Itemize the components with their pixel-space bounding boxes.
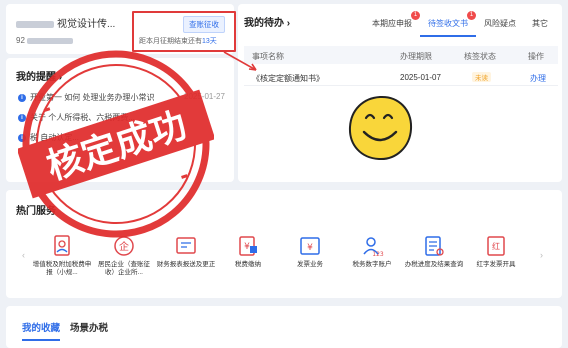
service-label: 增值税及附加税费申报（小规... [32, 261, 92, 276]
service-item-invoice[interactable]: ¥ 发票业务 [280, 234, 340, 269]
financial-report-icon [174, 234, 198, 258]
enterprise-tax-icon: 企 [112, 234, 136, 258]
service-item-financial-report[interactable]: 财务报表报送及更正 [156, 234, 216, 269]
deadline-note: 距本月征期结束还有13天 [139, 36, 217, 46]
bottom-tabs-card: 我的收藏 场景办税 [6, 306, 562, 348]
tax-id: 92 [16, 36, 76, 45]
redacted-text [26, 37, 73, 44]
svg-text:¥: ¥ [307, 243, 313, 253]
chevron-right-icon: › [286, 18, 291, 29]
service-item-progress-query[interactable]: 办税进度及结果查询 [404, 234, 464, 269]
deadline-prefix: 距本月征期结束还有 [139, 38, 202, 45]
reminder-card: 我的提醒 › i 开业第一 如何 处理业务办理小常识 2025-01-27 i … [6, 58, 234, 182]
company-card: 视觉设计传... 92 查账征收 距本月征期结束还有13天 [6, 4, 236, 54]
svg-text:红: 红 [492, 241, 500, 251]
info-icon: i [18, 93, 26, 102]
services-title: 热门服务 [16, 206, 56, 217]
tab-other[interactable]: 其它 [524, 18, 556, 37]
red-invoice-icon: 红 [484, 234, 508, 258]
svg-text:企: 企 [119, 240, 129, 253]
highlight-box: 查账征收 距本月征期结束还有13天 [132, 11, 236, 52]
chevron-right-icon: › [58, 72, 63, 83]
company-name-text: 视觉设计传... [57, 19, 116, 30]
handle-link[interactable]: 办理 [530, 73, 546, 84]
redacted-text [16, 20, 54, 28]
progress-query-icon [422, 234, 446, 258]
invoice-icon: ¥ [298, 234, 322, 258]
svg-text:123: 123 [372, 251, 384, 258]
column-header: 事项名称 [252, 52, 284, 61]
tab-label: 其它 [532, 19, 548, 28]
column-header: 操作 [528, 52, 544, 61]
tab-risk-points[interactable]: 风险疑点 [476, 18, 524, 37]
chevron-right-icon[interactable]: › [540, 250, 543, 260]
info-icon: i [18, 113, 26, 122]
row-deadline: 2025-01-07 [400, 73, 441, 82]
tax-id-prefix: 92 [16, 36, 25, 45]
reminder-item-date: 2025-01-27 [184, 92, 225, 101]
status-badge: 未读 [472, 72, 491, 82]
row-name: 《核定定额通知书》 [252, 74, 324, 83]
chevron-left-icon[interactable]: ‹ [22, 250, 25, 260]
column-header: 办理期限 [400, 52, 432, 61]
info-icon: i [18, 133, 26, 142]
todo-title[interactable]: 我的待办 › [244, 14, 290, 29]
service-label: 居民企业（查账征收）企业所... [98, 261, 150, 276]
deadline-days: 13天 [202, 38, 217, 45]
service-label: 财务报表报送及更正 [156, 261, 216, 268]
digital-account-icon: 123 [360, 234, 384, 258]
service-label: 发票业务 [297, 261, 323, 268]
tab-label: 本期应申报 [372, 19, 412, 28]
column-header: 核签状态 [464, 52, 496, 61]
service-item-red-invoice[interactable]: 红 红字发票开具 [466, 234, 526, 269]
count-badge: 1 [411, 11, 420, 20]
services-card: 热门服务 ‹ › 增值税及附加税费申报（小规... 企 居民企业（查账征收）企业… [6, 190, 562, 298]
service-item-enterprise-tax[interactable]: 企 居民企业（查账征收）企业所... [94, 234, 154, 277]
service-label: 税费缴纳 [235, 261, 261, 268]
tab-scene-tax[interactable]: 场景办税 [70, 320, 108, 334]
tab-label: 待签收文书 [428, 19, 468, 28]
todo-tabs: 本期应申报 1 待签收文书 1 风险疑点 其它 [364, 11, 556, 37]
svg-text:¥: ¥ [244, 242, 250, 252]
service-item-tax-payment[interactable]: ¥ 税费缴纳 [218, 234, 278, 269]
check-collection-button[interactable]: 查账征收 [183, 16, 225, 33]
reminder-title[interactable]: 我的提醒 › [16, 68, 62, 83]
reminder-item-text: 关于 个人所得税、六税两费... [30, 113, 135, 122]
todo-table-header: 事项名称 办理期限 核签状态 操作 [244, 46, 558, 64]
count-badge: 1 [467, 11, 476, 20]
service-item-digital-account[interactable]: 123 税务数字账户 [342, 234, 402, 269]
tab-pending-documents[interactable]: 待签收文书 1 [420, 11, 476, 37]
service-label: 办税进度及结果查询 [404, 261, 464, 268]
company-name: 视觉设计传... [16, 15, 115, 30]
service-item-tax-declare[interactable]: 增值税及附加税费申报（小规... [32, 234, 92, 277]
todo-card: 我的待办 › 本期应申报 1 待签收文书 1 风险疑点 其它 事项名称 办理期限… [238, 4, 562, 182]
service-label: 税务数字账户 [352, 261, 392, 268]
tax-payment-icon: ¥ [236, 234, 260, 258]
reminder-item-text: 税 自动认定... [30, 133, 79, 142]
tab-favorites[interactable]: 我的收藏 [22, 320, 61, 341]
table-row: 《核定定额通知书》 2025-01-07 未读 办理 [244, 68, 558, 86]
service-label: 红字发票开具 [476, 261, 516, 268]
todo-title-text: 我的待办 [244, 18, 284, 29]
reminder-item-text: 开业第一 如何 处理业务办理小常识 [30, 93, 155, 102]
reminder-item[interactable]: i 关于 个人所得税、六税两费... [18, 112, 135, 123]
reminder-item[interactable]: i 开业第一 如何 处理业务办理小常识 [18, 92, 154, 103]
reminder-item[interactable]: i 税 自动认定... [18, 132, 79, 143]
tab-label: 风险疑点 [484, 19, 516, 28]
tax-declare-icon [50, 234, 74, 258]
tab-current-declare[interactable]: 本期应申报 1 [364, 11, 420, 37]
reminder-title-text: 我的提醒 [16, 72, 56, 83]
